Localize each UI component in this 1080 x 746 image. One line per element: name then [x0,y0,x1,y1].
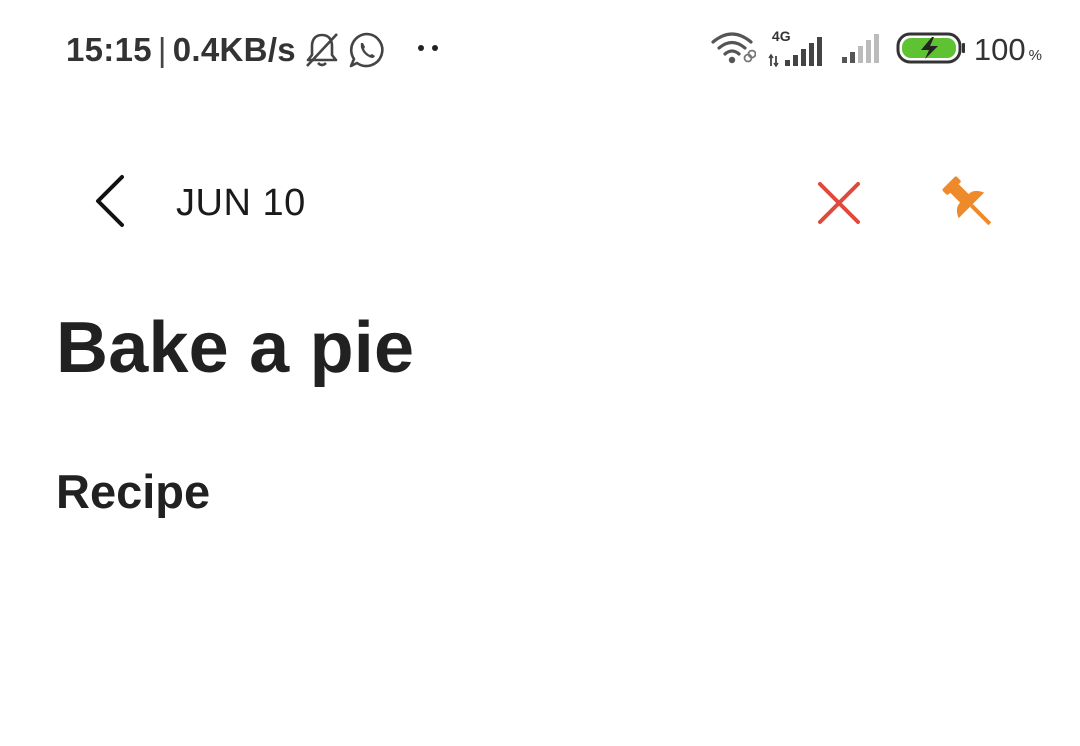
back-button[interactable] [80,168,140,238]
battery-unit: % [1028,47,1042,64]
signal-4g-icon: 4G [768,28,828,70]
status-left: 15:15 | 0.4KB/s [66,28,386,72]
battery-percent: 100 % [974,32,1042,68]
whatsapp-icon [348,31,386,69]
note-title[interactable]: Bake a pie [56,304,414,392]
note-toolbar: JUN 10 [0,150,1080,260]
note-date: JUN 10 [176,182,306,224]
status-separator: | [157,31,167,68]
signal-sim2-icon [840,30,884,71]
note-body[interactable]: Recipe [56,462,210,522]
chevron-left-icon [90,173,130,234]
delete-button[interactable] [806,172,872,238]
status-net-speed: 0.4KB/s [172,31,296,68]
more-notifications-dots [418,45,438,51]
close-icon [816,180,862,231]
status-right: 4G 100 % [698,28,1042,72]
status-bar: 15:15 | 0.4KB/s 4G 100 % [0,0,1080,100]
note-screen: 15:15 | 0.4KB/s 4G 100 % JUN 10 Bake a p… [0,0,1080,746]
battery-level: 100 [973,32,1026,67]
bell-off-icon [304,31,340,69]
pin-icon [938,172,1002,241]
pin-button[interactable] [930,166,1010,246]
status-time: 15:15 [66,31,152,68]
battery-charging-icon [896,31,966,70]
wifi-icon [710,30,757,71]
